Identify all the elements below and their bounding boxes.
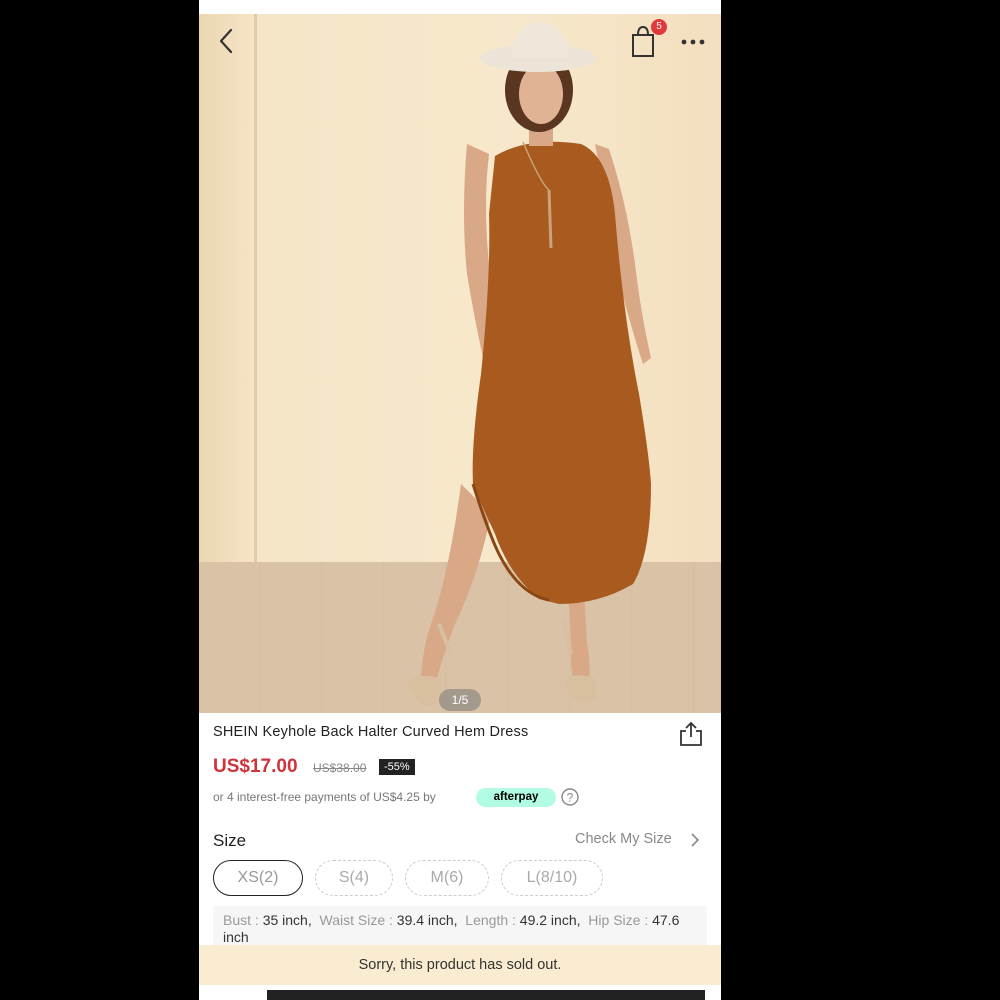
size-option-m[interactable]: M(6) (405, 860, 489, 896)
size-option-xs[interactable]: XS(2) (213, 860, 303, 896)
model-figure (407, 22, 651, 706)
more-button[interactable] (679, 30, 709, 50)
size-option-l[interactable]: L(8/10) (501, 860, 603, 896)
afterpay-logo[interactable]: afterpay (476, 788, 556, 807)
share-icon (680, 721, 702, 746)
status-bar (199, 0, 721, 14)
length-label: Length : (465, 912, 520, 928)
back-button[interactable] (213, 26, 239, 56)
size-measurements: Bust : 35 inch, Waist Size : 39.4 inch, … (213, 906, 707, 946)
chevron-right-icon (691, 833, 700, 847)
cart-count-badge: 5 (651, 19, 667, 35)
original-price: US$38.00 (313, 761, 367, 775)
sold-out-banner: Sorry, this product has sold out. (199, 945, 721, 985)
share-button[interactable] (677, 720, 705, 748)
size-section-label: Size (213, 831, 247, 850)
afterpay-help-button[interactable]: ? (560, 787, 580, 807)
discount-badge: -55% (379, 759, 415, 775)
bottom-action-button[interactable] (267, 990, 705, 1000)
check-my-size-link[interactable]: Check My Size (575, 831, 672, 847)
product-page: 1/5 5 SHEIN Keyhole Back Halter Curved H… (199, 0, 721, 1000)
question-circle-icon: ? (561, 788, 579, 806)
size-option-s[interactable]: S(4) (315, 860, 393, 896)
waist-label: Waist Size : (319, 912, 397, 928)
afterpay-text: or 4 interest-free payments of US$4.25 b… (213, 790, 436, 804)
waist-value: 39.4 inch, (396, 912, 458, 928)
gallery-page-indicator: 1/5 (439, 689, 481, 711)
shopping-bag-icon (632, 25, 654, 57)
svg-text:?: ? (567, 791, 574, 805)
more-horizontal-icon (681, 39, 705, 45)
product-title: SHEIN Keyhole Back Halter Curved Hem Dre… (213, 724, 529, 740)
product-image[interactable]: 1/5 (199, 14, 721, 713)
bust-value: 35 inch, (262, 912, 312, 928)
sale-price: US$17.00 (213, 756, 298, 777)
bust-label: Bust : (223, 912, 263, 928)
length-value: 49.2 inch, (519, 912, 581, 928)
hip-label: Hip Size : (588, 912, 653, 928)
chevron-left-icon (219, 28, 233, 54)
